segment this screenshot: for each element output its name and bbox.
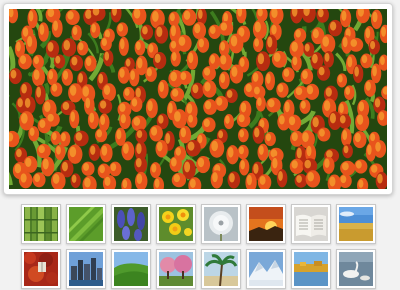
thumbnail-blossom-trees[interactable] xyxy=(156,249,196,289)
dandelion-seedhead-photo xyxy=(204,207,238,241)
thumbnail-palm-beach[interactable] xyxy=(201,249,241,289)
sunset-photo xyxy=(249,207,283,241)
thumbnail-open-book[interactable] xyxy=(291,204,331,244)
red-ivy-wall-photo xyxy=(24,252,58,286)
thumbnail-sunset[interactable] xyxy=(246,204,286,244)
bamboo-stalks-photo xyxy=(24,207,58,241)
thumbnail-red-ivy[interactable] xyxy=(21,249,61,289)
thumbnail-bamboo[interactable] xyxy=(21,204,61,244)
city-skyline-photo xyxy=(69,252,103,286)
thumbnail-city-skyline[interactable] xyxy=(66,249,106,289)
thumbnail-daffodils[interactable] xyxy=(156,204,196,244)
thumbnail-wheat-field[interactable] xyxy=(336,204,376,244)
grassy-hills-photo xyxy=(114,252,148,286)
green-leaf-photo xyxy=(69,207,103,241)
thumbnail-green-leaf[interactable] xyxy=(66,204,106,244)
thumbnail-strip xyxy=(0,0,400,290)
thumbnail-grassy-hills[interactable] xyxy=(111,249,151,289)
thumbnail-grape-hyacinths[interactable] xyxy=(111,204,151,244)
swans-on-water-photo xyxy=(339,252,373,286)
blossom-trees-photo xyxy=(159,252,193,286)
thumbnail-autumn-lake[interactable] xyxy=(291,249,331,289)
wheat-field-photo xyxy=(339,207,373,241)
thumbnail-swans[interactable] xyxy=(336,249,376,289)
open-book-photo xyxy=(294,207,328,241)
thumbnail-snowy-mountains[interactable] xyxy=(246,249,286,289)
daffodils-photo xyxy=(159,207,193,241)
grape-hyacinths-photo xyxy=(114,207,148,241)
autumn-lake-photo xyxy=(294,252,328,286)
palm-beach-photo xyxy=(204,252,238,286)
thumbnail-dandelion[interactable] xyxy=(201,204,241,244)
snowy-mountains-photo xyxy=(249,252,283,286)
